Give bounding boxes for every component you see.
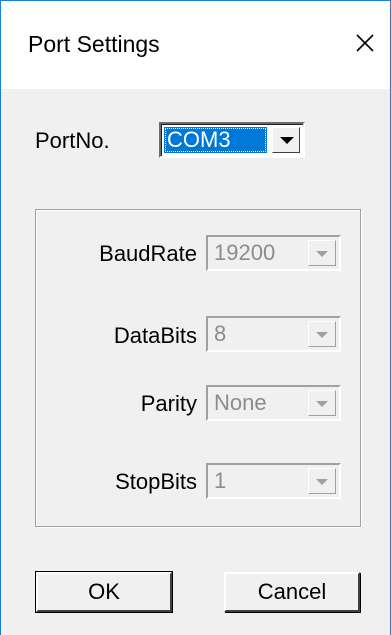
port-settings-dialog: Port Settings PortNo. COM3 BaudRate 1920…: [0, 0, 391, 635]
baud-rate-select: 19200: [206, 235, 341, 271]
chevron-down-icon: [308, 240, 336, 266]
port-number-label: PortNo.: [35, 128, 110, 153]
chevron-down-icon: [308, 390, 336, 416]
data-bits-select: 8: [206, 316, 341, 352]
port-number-select[interactable]: COM3: [159, 122, 305, 158]
title-bar: Port Settings: [1, 1, 390, 89]
parity-value: None: [214, 390, 267, 415]
data-bits-label: DataBits: [113, 323, 197, 348]
ok-button[interactable]: OK: [35, 571, 173, 613]
stop-bits-select: 1: [206, 463, 341, 499]
cancel-button[interactable]: Cancel: [224, 572, 360, 612]
chevron-down-icon[interactable]: [272, 127, 300, 153]
port-number-value: COM3: [164, 127, 267, 153]
baud-rate-value: 19200: [214, 240, 276, 265]
stop-bits-value: 1: [214, 468, 227, 493]
chevron-down-icon: [308, 468, 336, 494]
chevron-down-icon: [308, 321, 336, 347]
parity-select: None: [206, 385, 341, 421]
window-title: Port Settings: [28, 31, 160, 57]
data-bits-value: 8: [214, 321, 227, 346]
close-icon[interactable]: [347, 25, 381, 59]
stop-bits-label: StopBits: [115, 469, 197, 494]
parity-label: Parity: [140, 391, 197, 416]
baud-rate-label: BaudRate: [99, 241, 197, 266]
